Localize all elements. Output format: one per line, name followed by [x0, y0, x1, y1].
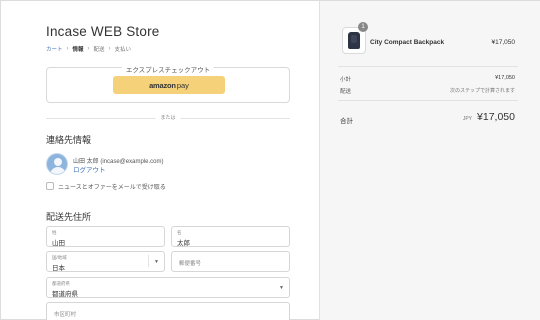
amazon-pay-label: pay: [176, 80, 189, 90]
prefecture-value[interactable]: 都道府県: [52, 288, 78, 298]
first-name-label: 名: [177, 230, 182, 235]
express-checkout-label: エクスプレスチェックアウト: [121, 64, 215, 74]
country-select[interactable]: 国/地域 日本 ▼: [46, 251, 165, 272]
chevron-right-icon: ›: [87, 46, 90, 52]
total-label: 合計: [340, 118, 353, 125]
prefecture-label: 都道府県: [52, 281, 70, 286]
avatar-body: [50, 167, 66, 174]
city-field[interactable]: 市区町村: [46, 302, 290, 320]
last-name-value[interactable]: 山田: [52, 237, 65, 247]
zip-placeholder: 郵便番号: [179, 261, 202, 267]
first-name-field[interactable]: 名 太郎: [171, 226, 290, 247]
zip-field[interactable]: 郵便番号: [171, 251, 290, 272]
select-divider: [148, 255, 149, 267]
currency-code: JPY: [462, 116, 472, 122]
contact-section-title: 連絡先情報: [46, 135, 92, 145]
subtotal-value: ¥17,050: [495, 75, 515, 81]
chevron-right-icon: ›: [66, 46, 69, 52]
country-value[interactable]: 日本: [52, 262, 65, 272]
product-name: City Compact Backpack: [370, 39, 445, 46]
breadcrumb-shipping: 配送: [93, 47, 105, 53]
store-title[interactable]: Incase WEB Store: [46, 24, 160, 39]
total-value: ¥17,050: [477, 111, 515, 123]
shipping-value: 次のステップで計算されます: [449, 88, 515, 94]
amazon-pay-button[interactable]: amazon pay: [113, 76, 225, 94]
order-summary: 1 City Compact Backpack ¥17,050 小計 ¥17,0…: [319, 1, 540, 320]
logout-link[interactable]: ログアウト: [73, 164, 106, 174]
address-section-title: 配送先住所: [46, 212, 92, 222]
summary-divider: [338, 66, 518, 67]
newsletter-checkbox-label[interactable]: ニュースとオファーをメールで受け取る: [58, 182, 166, 191]
first-name-value[interactable]: 太郎: [177, 237, 190, 247]
subtotal-label: 小計: [340, 77, 352, 83]
last-name-field[interactable]: 姓 山田: [46, 226, 165, 247]
newsletter-checkbox[interactable]: [46, 182, 54, 190]
express-checkout: エクスプレスチェックアウト amazon pay: [46, 64, 290, 103]
chevron-down-icon[interactable]: ▼: [154, 259, 159, 265]
checkout-window: Incase WEB Store カート › 情報 › 配送 › 支払い エクス…: [0, 0, 540, 320]
or-divider: または: [46, 114, 290, 121]
breadcrumb-payment: 支払い: [114, 47, 132, 53]
last-name-label: 姓: [52, 230, 57, 235]
chevron-down-icon[interactable]: ▼: [279, 285, 284, 291]
prefecture-select[interactable]: 都道府県 都道府県 ▼: [46, 277, 290, 298]
product-price: ¥17,050: [491, 39, 516, 46]
country-label: 国/地域: [52, 255, 67, 260]
checkout-main: Incase WEB Store カート › 情報 › 配送 › 支払い エクス…: [1, 1, 319, 320]
avatar-head: [54, 158, 62, 166]
or-divider-label: または: [155, 114, 181, 121]
breadcrumb: カート › 情報 › 配送 › 支払い: [46, 45, 131, 53]
summary-divider: [338, 100, 518, 101]
shipping-label: 配送: [340, 89, 352, 95]
chevron-right-icon: ›: [108, 46, 111, 52]
breadcrumb-cart[interactable]: カート: [46, 45, 63, 53]
avatar: [46, 153, 68, 175]
amazon-logo: amazon: [149, 80, 176, 90]
backpack-icon: [348, 32, 360, 49]
breadcrumb-info: 情報: [72, 47, 84, 53]
city-placeholder: 市区町村: [54, 312, 77, 318]
quantity-badge: 1: [358, 22, 368, 32]
